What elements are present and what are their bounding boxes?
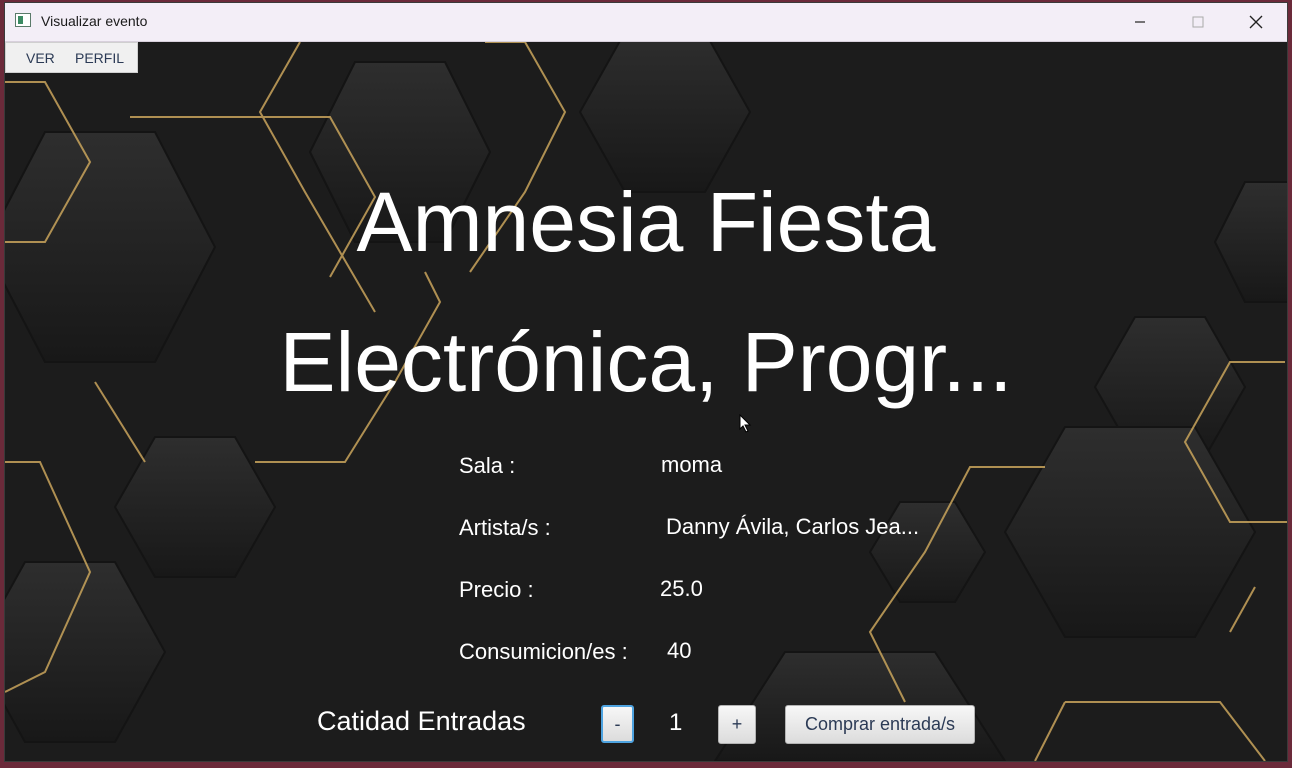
mouse-cursor-icon (739, 414, 752, 433)
event-title-line2: Electrónica, Progr... (279, 315, 1013, 409)
precio-value: 25.0 (660, 576, 703, 601)
menu-ver[interactable]: VER (26, 50, 55, 66)
app-window: Visualizar evento Amnesia Fiesta Electró… (4, 2, 1288, 762)
app-icon (15, 13, 31, 27)
maximize-icon (1192, 16, 1204, 28)
ticket-quantity-value: 1 (669, 709, 683, 736)
decrement-button[interactable]: - (601, 705, 634, 743)
sala-value: moma (661, 452, 723, 477)
precio-label: Precio : (459, 577, 534, 602)
ticket-quantity-label: Catidad Entradas (317, 706, 526, 736)
minimize-button[interactable] (1111, 3, 1169, 41)
close-button[interactable] (1227, 3, 1285, 41)
sala-label: Sala : (459, 453, 516, 478)
event-title-line1: Amnesia Fiesta (356, 175, 936, 269)
artistas-value: Danny Ávila, Carlos Jea... (666, 514, 920, 539)
event-view: Amnesia Fiesta Electrónica, Progr... Sal… (5, 42, 1287, 761)
maximize-button[interactable] (1169, 3, 1227, 41)
artistas-label: Artista/s : (459, 515, 551, 540)
consumiciones-value: 40 (667, 638, 692, 663)
title-bar: Visualizar evento (5, 3, 1287, 42)
menu-perfil[interactable]: PERFIL (75, 50, 124, 66)
consumiciones-label: Consumicion/es : (459, 639, 628, 664)
buy-tickets-button[interactable]: Comprar entrada/s (785, 705, 975, 744)
increment-button[interactable]: + (718, 705, 756, 744)
menu-bar: VER PERFIL (5, 42, 138, 73)
minimize-icon (1135, 21, 1145, 23)
close-icon (1249, 15, 1263, 29)
window-title: Visualizar evento (41, 13, 148, 29)
